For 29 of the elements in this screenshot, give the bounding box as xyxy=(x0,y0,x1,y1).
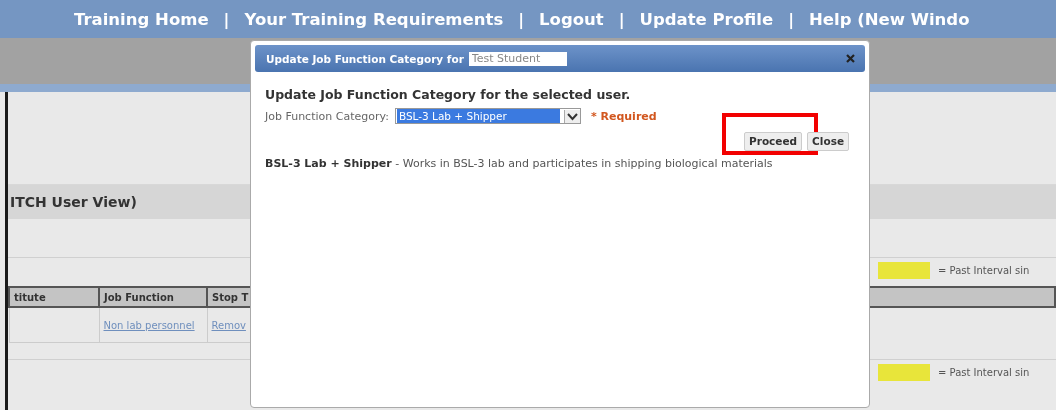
table-link[interactable]: Remov xyxy=(211,319,246,331)
nav-link[interactable]: Help (New Windo xyxy=(809,9,970,29)
column-header: titute xyxy=(9,287,99,307)
dialog-title: Update Job Function Category for xyxy=(266,52,464,65)
legend-swatch xyxy=(878,363,930,381)
user-name-field[interactable]: Test Student xyxy=(468,51,567,66)
nav-separator: | xyxy=(518,9,525,29)
table-link[interactable]: Non lab personnel xyxy=(103,319,195,331)
legend-text: = Past Interval sin xyxy=(938,366,1031,378)
category-select[interactable]: BSL-3 Lab + Shipper xyxy=(394,108,581,124)
dialog-button[interactable]: Proceed xyxy=(744,131,803,151)
category-description: BSL-3 Lab + Shipper - Works in BSL-3 lab and participates in shipping biological materials xyxy=(265,156,774,170)
nav-link[interactable]: Update Profile xyxy=(639,9,774,29)
required-note: * Required xyxy=(590,109,657,123)
dropdown-caret-icon[interactable] xyxy=(563,109,580,123)
column-header: Job Function xyxy=(99,287,207,307)
dialog-button[interactable]: Close xyxy=(807,131,849,151)
nav-link[interactable]: Your Training Requirements xyxy=(244,9,504,29)
nav-separator: | xyxy=(788,9,794,29)
nav-separator: | xyxy=(618,9,625,29)
section-title: ITCH User View) xyxy=(10,194,137,210)
field-label: Job Function Category: xyxy=(265,109,389,123)
nav-separator: | xyxy=(223,9,230,29)
legend-text: = Past Interval sin xyxy=(938,264,1031,276)
close-icon[interactable] xyxy=(846,54,855,63)
legend-swatch xyxy=(878,261,930,279)
dialog-heading: Update Job Function Category for the selected user. xyxy=(265,87,632,102)
nav-link[interactable]: Logout xyxy=(539,9,604,29)
nav-link[interactable]: Training Home xyxy=(74,9,209,29)
